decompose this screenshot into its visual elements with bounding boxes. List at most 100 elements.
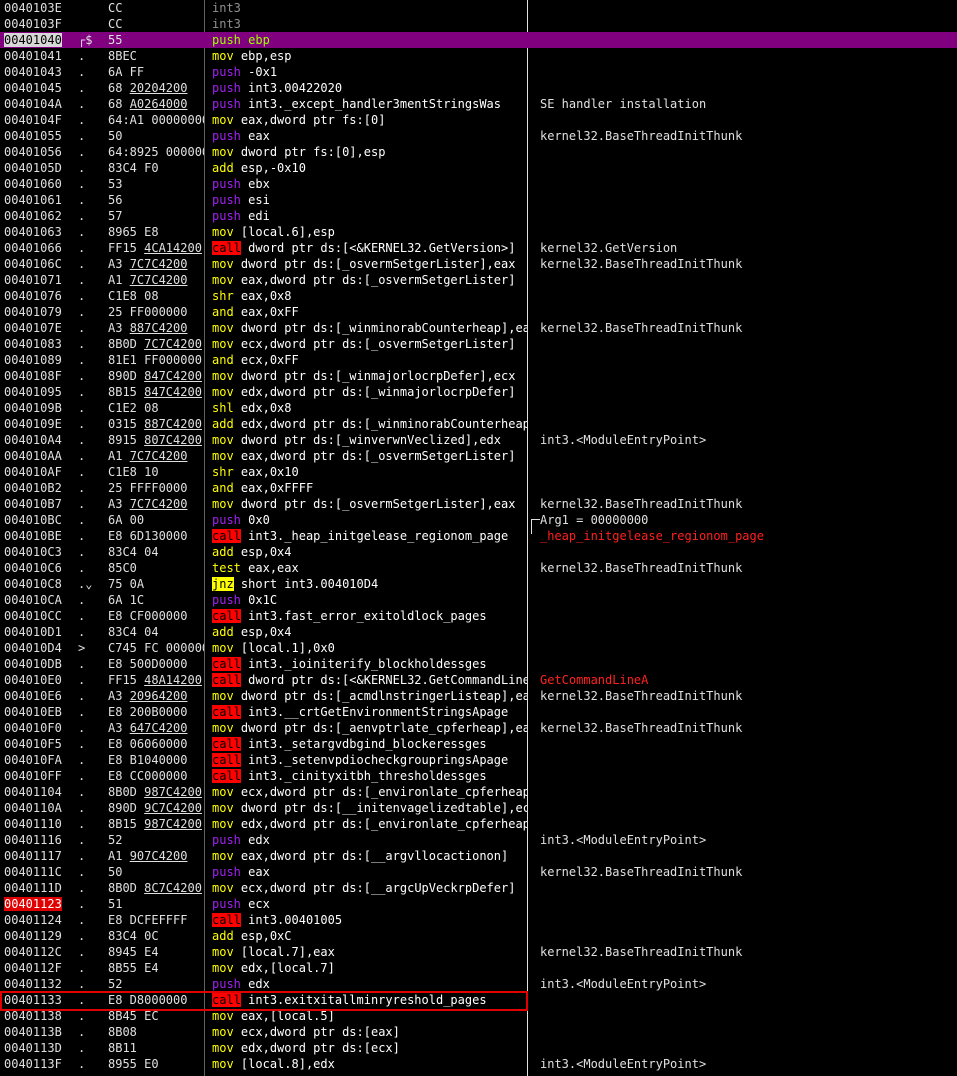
hex-bytes[interactable]: 83C4 04 [104,544,204,560]
address-cell[interactable]: 0040109E [0,416,72,432]
disasm-row[interactable]: 004010A4. 8915 807C4200 mov dword ptr ds:[… [0,432,957,448]
disasm-row[interactable]: 004010CC. E8 CF000000 call int3.fast_error… [0,608,957,624]
disassembly-cell[interactable]: shl edx,0x8 [208,400,527,416]
disasm-row[interactable]: 0040103F CC int3 [0,16,957,32]
address-cell[interactable]: 0040113D [0,1040,72,1056]
comment-cell[interactable] [536,624,957,640]
address-cell[interactable]: 004010B2 [0,480,72,496]
hex-bytes[interactable]: 0315 887C4200 [104,416,204,432]
address-cell[interactable]: 004010C6 [0,560,72,576]
address-cell[interactable]: 00401089 [0,352,72,368]
comment-cell[interactable] [536,576,957,592]
disasm-row[interactable]: 0040104F. 64:A1 00000000 mov eax,dword ptr… [0,112,957,128]
disasm-row[interactable]: 0040106C. A3 7C7C4200 mov dword ptr ds:[_o… [0,256,957,272]
disasm-row[interactable]: 00401095. 8B15 847C4200 mov edx,dword ptr … [0,384,957,400]
hex-bytes[interactable]: A3 20964200 [104,688,204,704]
disasm-row[interactable]: 0040112C. 8945 E4 mov [local.7],eax kernel3… [0,944,957,960]
disassembly-cell[interactable]: mov dword ptr ds:[_winminorabCounterheap… [208,320,527,336]
disasm-row[interactable]: 004010AA. A1 7C7C4200 mov eax,dword ptr ds… [0,448,957,464]
comment-cell[interactable] [536,800,957,816]
hex-bytes[interactable]: 64:8925 00000000 [104,144,204,160]
address-cell[interactable]: 0040110A [0,800,72,816]
comment-cell[interactable] [536,48,957,64]
disassembly-cell[interactable]: mov ecx,dword ptr ds:[_osvermSetgerListe… [208,336,527,352]
address-cell[interactable]: 00401083 [0,336,72,352]
hex-bytes[interactable]: 75 0A [104,576,204,592]
disasm-row[interactable]: 0040103E CC int3 [0,0,957,16]
hex-bytes[interactable]: E8 CF000000 [104,608,204,624]
hex-bytes[interactable]: 68 A0264000 [104,96,204,112]
disasm-row[interactable]: 004010F5. E8 06060000 call int3._setargvdb… [0,736,957,752]
comment-cell[interactable]: kernel32.GetVersion [536,240,957,256]
disassembly-cell[interactable]: mov dword ptr fs:[0],esp [208,144,527,160]
comment-cell[interactable] [536,144,957,160]
disasm-row[interactable]: 00401056.64:8925 00000000mov dword ptr f… [0,144,957,160]
disasm-row[interactable]: 00401043. 6A FF push -0x1 [0,64,957,80]
hex-bytes[interactable]: C1E8 08 [104,288,204,304]
comment-cell[interactable] [536,752,957,768]
disassembly-cell[interactable]: add edx,dword ptr ds:[_winminorabCounter… [208,416,527,432]
comment-cell[interactable] [536,64,957,80]
disassembly-cell[interactable]: push edx [208,976,527,992]
hex-bytes[interactable]: FF15 4CA14200 [104,240,204,256]
disassembly-cell[interactable]: push int3.00422020 [208,80,527,96]
disassembly-cell[interactable]: mov eax,dword ptr ds:[_osvermSetgerListe… [208,448,527,464]
hex-bytes[interactable]: 6A 00 [104,512,204,528]
comment-cell[interactable] [536,400,957,416]
comment-cell[interactable] [536,896,957,912]
hex-bytes[interactable]: 64:A1 00000000 [104,112,204,128]
comment-cell[interactable] [536,1040,957,1056]
hex-bytes[interactable]: E8 DCFEFFFF [104,912,204,928]
comment-cell[interactable] [536,336,957,352]
address-cell[interactable]: 00401104 [0,784,72,800]
comment-cell[interactable] [536,112,957,128]
address-cell[interactable]: 00401076 [0,288,72,304]
disassembly-cell[interactable]: and ecx,0xFF [208,352,527,368]
comment-cell[interactable] [536,192,957,208]
hex-bytes[interactable]: 83C4 F0 [104,160,204,176]
hex-bytes[interactable]: E8 6D130000 [104,528,204,544]
disassembly-cell[interactable]: mov ebp,esp [208,48,527,64]
comment-cell[interactable] [536,704,957,720]
disasm-row[interactable]: 00401117. A1 907C4200 mov eax,dword ptr ds… [0,848,957,864]
disassembly-cell[interactable]: mov dword ptr ds:[_aenvptrlate_cpferheap… [208,720,527,736]
hex-bytes[interactable]: 8B15 987C4200 [104,816,204,832]
comment-cell[interactable] [536,160,957,176]
disasm-row[interactable]: 004010BC. 6A 00 push 0x0 Arg1 = 00000000 [0,512,957,528]
comment-cell[interactable]: Arg1 = 00000000 [536,512,957,528]
disassembly-cell[interactable]: mov dword ptr ds:[__initenvagelizedtable… [208,800,527,816]
disassembly-cell[interactable]: mov eax,dword ptr ds:[__argvllocactionon… [208,848,527,864]
disassembly-cell[interactable]: call int3._ioiniterify_blockholdessges [208,656,527,672]
hex-bytes[interactable]: 8B45 EC [104,1008,204,1024]
comment-cell[interactable]: kernel32.BaseThreadInitThunk [536,128,957,144]
address-cell[interactable]: 004010F5 [0,736,72,752]
hex-bytes[interactable]: A3 7C7C4200 [104,256,204,272]
disasm-row[interactable]: 0040109B. C1E2 08 shl edx,0x8 [0,400,957,416]
disasm-row[interactable]: 00401063. 8965 E8 mov [local.6],esp [0,224,957,240]
disassembly-cell[interactable]: call int3._heap_initgelease_regionom_pag… [208,528,527,544]
disasm-row[interactable]: 004010B2. 25 FFFF0000 and eax,0xFFFF [0,480,957,496]
address-cell[interactable]: 0040106C [0,256,72,272]
address-cell[interactable]: 0040104A [0,96,72,112]
comment-cell[interactable] [536,480,957,496]
disassembly-cell[interactable]: push edi [208,208,527,224]
address-cell[interactable]: 0040103F [0,16,72,32]
comment-cell[interactable] [536,544,957,560]
address-cell[interactable]: 00401062 [0,208,72,224]
comment-cell[interactable]: int3.<ModuleEntryPoint> [536,432,957,448]
address-cell[interactable]: 004010DB [0,656,72,672]
disassembly-cell[interactable]: jnz short int3.004010D4 [208,576,527,592]
disassembly-cell[interactable]: and eax,0xFF [208,304,527,320]
hex-bytes[interactable]: C1E8 10 [104,464,204,480]
hex-bytes[interactable]: FF15 48A14200 [104,672,204,688]
hex-bytes[interactable]: 56 [104,192,204,208]
disasm-row[interactable]: 004010DB. E8 500D0000 call int3._ioiniteri… [0,656,957,672]
comment-cell[interactable]: kernel32.BaseThreadInitThunk [536,496,957,512]
disasm-row[interactable]: 004010C6. 85C0 test eax,eax kernel32.BaseTh… [0,560,957,576]
address-cell[interactable]: 0040112C [0,944,72,960]
comment-cell[interactable] [536,736,957,752]
address-cell[interactable]: 0040113F [0,1056,72,1072]
address-cell[interactable]: 004010AA [0,448,72,464]
disassembly-cell[interactable]: call dword ptr ds:[<&KERNEL32.GetCommand… [208,672,527,688]
hex-bytes[interactable]: E8 D8000000 [104,992,204,1008]
